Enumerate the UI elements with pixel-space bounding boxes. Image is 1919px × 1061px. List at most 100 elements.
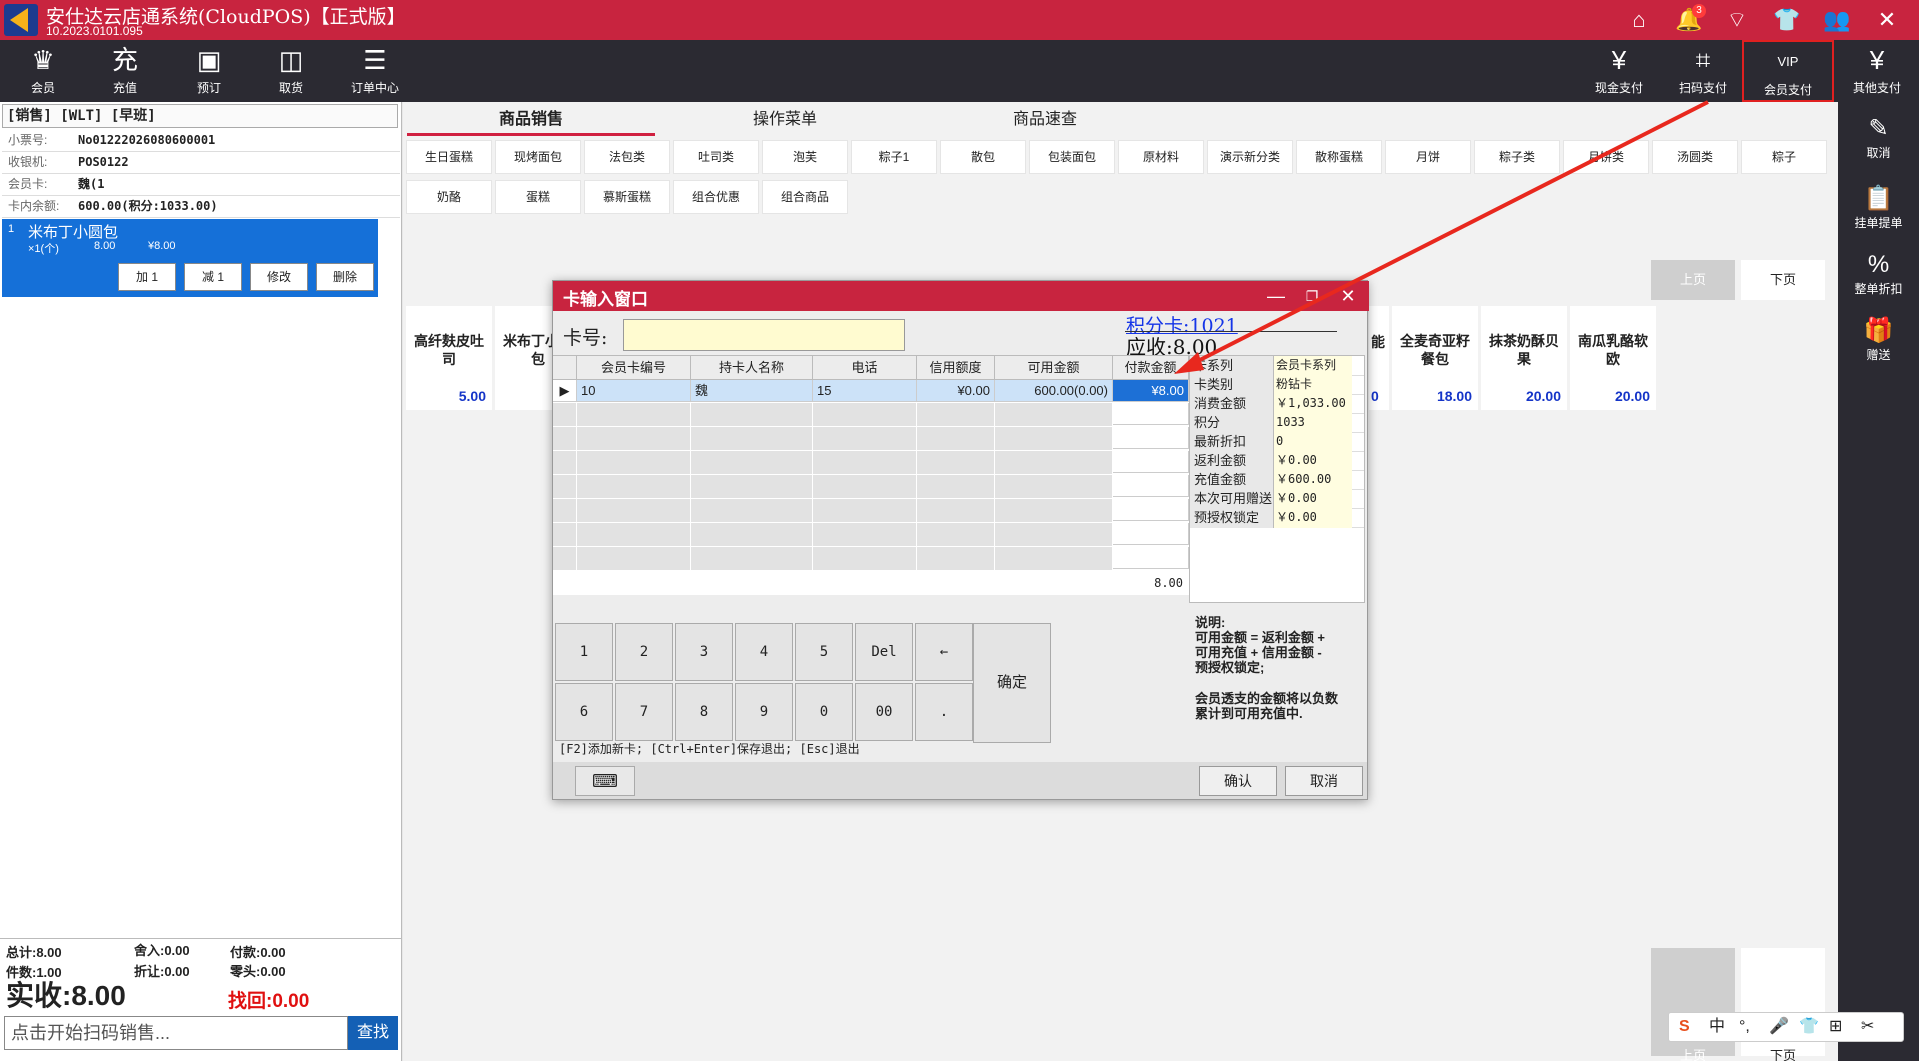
- hold-order-button[interactable]: 📋 挂单提单: [1838, 180, 1919, 242]
- col-pay-amount[interactable]: 付款金额: [1113, 356, 1189, 380]
- keypad-key[interactable]: 00: [855, 683, 913, 741]
- keypad-key[interactable]: 2: [615, 623, 673, 681]
- order-center-button[interactable]: ☰ 订单中心: [334, 40, 416, 102]
- cell-card-number[interactable]: 10: [577, 380, 691, 402]
- cell-credit-limit[interactable]: ¥0.00: [917, 380, 995, 402]
- keypad-key[interactable]: 0: [795, 683, 853, 741]
- keypad-key[interactable]: ←: [915, 623, 973, 681]
- vip-pay-button[interactable]: VIP 会员支付: [1742, 40, 1834, 102]
- confirm-button[interactable]: 确认: [1199, 766, 1277, 796]
- category-button[interactable]: 法包类: [584, 140, 670, 174]
- category-button[interactable]: 奶酪: [406, 180, 492, 214]
- empty-pay-cell[interactable]: [1113, 403, 1189, 425]
- col-phone[interactable]: 电话: [813, 356, 917, 380]
- category-button[interactable]: 包装面包: [1029, 140, 1115, 174]
- cash-pay-button[interactable]: ¥ 现金支付: [1578, 40, 1660, 102]
- other-pay-button[interactable]: ¥ 其他支付: [1836, 40, 1918, 102]
- category-button[interactable]: 月饼: [1385, 140, 1471, 174]
- ime-mic-icon[interactable]: 🎤: [1769, 1013, 1789, 1041]
- category-button[interactable]: 月饼类: [1563, 140, 1649, 174]
- cancel-dialog-button[interactable]: 取消: [1285, 766, 1363, 796]
- member-button[interactable]: ♛ 会员: [2, 40, 84, 102]
- empty-pay-cell[interactable]: [1113, 523, 1189, 545]
- order-line-item[interactable]: 1 米布丁小圆包 ×1(个) 8.00 ¥8.00 加 1 减 1 修改 删除: [2, 219, 378, 297]
- category-button[interactable]: 原材料: [1118, 140, 1204, 174]
- home-icon[interactable]: ⌂: [1624, 6, 1654, 34]
- empty-pay-cell[interactable]: [1113, 427, 1189, 449]
- ime-skin-icon[interactable]: 👕: [1799, 1013, 1819, 1041]
- ime-grid-icon[interactable]: ⊞: [1829, 1013, 1842, 1041]
- shirt-icon[interactable]: 👕: [1772, 6, 1802, 34]
- keyboard-icon[interactable]: ⌨: [575, 766, 635, 796]
- keypad-key[interactable]: 7: [615, 683, 673, 741]
- category-next-page[interactable]: 下页: [1741, 260, 1825, 300]
- tab-operation-menu[interactable]: 操作菜单: [661, 106, 909, 136]
- dialog-close-icon[interactable]: ✕: [1333, 283, 1363, 309]
- product-tile[interactable]: 抹茶奶酥贝果 20.00: [1481, 306, 1567, 410]
- search-button[interactable]: 查找: [348, 1016, 398, 1050]
- wifi-icon[interactable]: ⌔: [1722, 6, 1752, 34]
- keypad-key[interactable]: 1: [555, 623, 613, 681]
- empty-pay-cell[interactable]: [1113, 547, 1189, 569]
- add-one-button[interactable]: 加 1: [118, 263, 176, 291]
- category-button[interactable]: 吐司类: [673, 140, 759, 174]
- keypad-confirm-button[interactable]: 确定: [973, 623, 1051, 743]
- category-button[interactable]: 粽子类: [1474, 140, 1560, 174]
- category-button[interactable]: 散称蛋糕: [1296, 140, 1382, 174]
- category-button[interactable]: 汤圆类: [1652, 140, 1738, 174]
- gift-button[interactable]: 🎁 赠送: [1838, 312, 1919, 374]
- empty-pay-cell[interactable]: [1113, 451, 1189, 473]
- empty-pay-cell[interactable]: [1113, 475, 1189, 497]
- category-button[interactable]: 演示新分类: [1207, 140, 1293, 174]
- ime-logo-icon[interactable]: S: [1679, 1013, 1690, 1041]
- delete-button[interactable]: 删除: [316, 263, 374, 291]
- col-card-number[interactable]: 会员卡编号: [577, 356, 691, 380]
- category-button[interactable]: 组合商品: [762, 180, 848, 214]
- cell-holder-name[interactable]: 魏: [691, 380, 813, 402]
- product-tile[interactable]: 南瓜乳酪软欧 20.00: [1570, 306, 1656, 410]
- col-available-amount[interactable]: 可用金额: [995, 356, 1113, 380]
- cell-pay-amount[interactable]: ¥8.00: [1113, 380, 1189, 402]
- minimize-icon[interactable]: —: [1261, 283, 1291, 309]
- tab-product-lookup[interactable]: 商品速查: [921, 106, 1169, 136]
- keypad-key[interactable]: .: [915, 683, 973, 741]
- product-tile[interactable]: 高纤麸皮吐司 5.00: [406, 306, 492, 410]
- keypad-key[interactable]: 5: [795, 623, 853, 681]
- empty-pay-cell[interactable]: [1113, 499, 1189, 521]
- keypad-key[interactable]: 9: [735, 683, 793, 741]
- cell-available-amount[interactable]: 600.00(0.00): [995, 380, 1113, 402]
- category-button[interactable]: 粽子: [1741, 140, 1827, 174]
- keypad-key[interactable]: Del: [855, 623, 913, 681]
- ime-chinese-mode[interactable]: 中: [1709, 1013, 1725, 1041]
- ime-punctuation-icon[interactable]: °,: [1739, 1013, 1750, 1041]
- keypad-key[interactable]: 4: [735, 623, 793, 681]
- reserve-button[interactable]: ▣ 预订: [168, 40, 250, 102]
- category-button[interactable]: 散包: [940, 140, 1026, 174]
- category-button[interactable]: 粽子1: [851, 140, 937, 174]
- scan-input[interactable]: 点击开始扫码销售...: [4, 1016, 348, 1050]
- category-button[interactable]: 现烤面包: [495, 140, 581, 174]
- category-button[interactable]: 泡芙: [762, 140, 848, 174]
- category-button[interactable]: 蛋糕: [495, 180, 581, 214]
- scan-pay-button[interactable]: ⌗ 扫码支付: [1662, 40, 1744, 102]
- keypad-key[interactable]: 8: [675, 683, 733, 741]
- tab-product-sales[interactable]: 商品销售: [407, 106, 655, 136]
- category-button[interactable]: 慕斯蛋糕: [584, 180, 670, 214]
- restore-icon[interactable]: ❐: [1297, 283, 1327, 309]
- col-credit-limit[interactable]: 信用额度: [917, 356, 995, 380]
- recharge-button[interactable]: 充 充值: [84, 40, 166, 102]
- product-tile[interactable]: 能 0: [1369, 306, 1389, 410]
- user-switch-icon[interactable]: 👥: [1822, 6, 1852, 34]
- category-button[interactable]: 组合优惠: [673, 180, 759, 214]
- discount-button[interactable]: % 整单折扣: [1838, 246, 1919, 308]
- minus-one-button[interactable]: 减 1: [184, 263, 242, 291]
- edit-button[interactable]: 修改: [250, 263, 308, 291]
- cell-phone[interactable]: 15: [813, 380, 917, 402]
- keypad-key[interactable]: 6: [555, 683, 613, 741]
- ime-tool-icon[interactable]: ✂: [1861, 1013, 1874, 1041]
- cancel-button[interactable]: ✎ 取消: [1838, 110, 1919, 172]
- close-icon[interactable]: ✕: [1872, 6, 1902, 34]
- card-number-input[interactable]: [623, 319, 905, 351]
- bell-icon[interactable]: 🔔 3: [1674, 4, 1706, 34]
- pickup-button[interactable]: ◫ 取货: [250, 40, 332, 102]
